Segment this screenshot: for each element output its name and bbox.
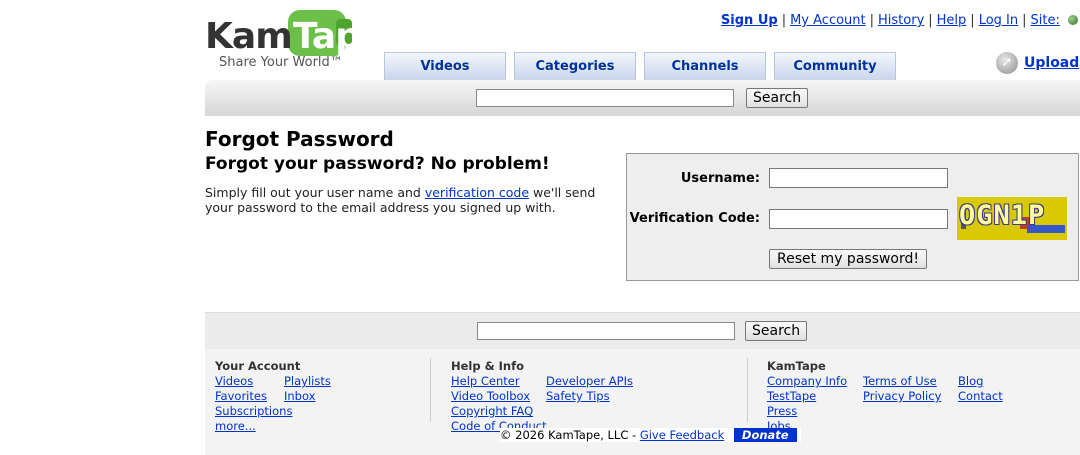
tab-videos[interactable]: Videos bbox=[384, 52, 506, 80]
footer-link-testtape[interactable]: TestTape bbox=[767, 389, 816, 403]
footer-link-playlists[interactable]: Playlists bbox=[284, 374, 331, 388]
tab-categories[interactable]: Categories bbox=[514, 52, 636, 80]
footer-link-safety-tips[interactable]: Safety Tips bbox=[546, 389, 610, 403]
footer-kamtape-title: KamTape bbox=[767, 359, 826, 373]
log-in-link[interactable]: Log In bbox=[979, 13, 1018, 28]
top-search-bar: Search bbox=[205, 80, 1080, 116]
help-link[interactable]: Help bbox=[937, 13, 967, 28]
site-link[interactable]: Site: bbox=[1031, 13, 1060, 28]
page-title: Forgot Password bbox=[205, 127, 394, 151]
bottom-search-bar: Search bbox=[205, 312, 1080, 349]
separator: | bbox=[869, 13, 875, 28]
verification-code-label: Verification Code: bbox=[629, 211, 760, 226]
separator: | bbox=[970, 13, 975, 28]
give-feedback-link[interactable]: Give Feedback bbox=[640, 428, 724, 442]
upload-area: ➚ Upload bbox=[996, 52, 1079, 74]
separator: | bbox=[928, 13, 933, 28]
footer-link-blog[interactable]: Blog bbox=[958, 374, 983, 388]
footer-your-account-title: Your Account bbox=[215, 359, 301, 373]
footer-help-info-title: Help & Info bbox=[451, 359, 525, 373]
tab-community[interactable]: Community bbox=[774, 52, 896, 80]
verification-code-input[interactable] bbox=[769, 209, 948, 229]
intro-text-start: Simply fill out your user name and bbox=[205, 185, 425, 200]
upload-arrow-icon[interactable]: ➚ bbox=[996, 52, 1018, 74]
footer-link-video-toolbox[interactable]: Video Toolbox bbox=[451, 389, 530, 403]
top-search-button[interactable]: Search bbox=[746, 88, 809, 108]
footer-link-videos[interactable]: Videos bbox=[215, 374, 253, 388]
tab-channels[interactable]: Channels bbox=[644, 52, 766, 80]
copyright-text: © 2026 KamTape, LLC - bbox=[500, 428, 637, 442]
footer-link-favorites[interactable]: Favorites bbox=[215, 389, 267, 403]
verification-code-link[interactable]: verification code bbox=[425, 185, 529, 200]
donate-button[interactable]: Donate bbox=[733, 428, 797, 442]
logo-tape-text: Tape bbox=[293, 16, 384, 57]
top-links: Sign Up | My Account | History | Help | Log In | S… bbox=[717, 13, 1078, 28]
footer-link-developer-apis[interactable]: Developer APIs bbox=[546, 374, 633, 388]
footer-link-company-info[interactable]: Company Info bbox=[767, 374, 847, 388]
top-search-input[interactable] bbox=[476, 89, 734, 107]
footer-link-inbox[interactable]: Inbox bbox=[284, 389, 315, 403]
intro-text: Simply fill out your user name and verif… bbox=[205, 185, 625, 215]
globe-icon[interactable] bbox=[1068, 15, 1078, 25]
captcha-text: OGN1P bbox=[959, 200, 1046, 231]
footer-divider bbox=[430, 358, 431, 422]
captcha-image: OGN1P bbox=[957, 197, 1067, 240]
separator: | bbox=[1022, 13, 1027, 28]
footer-link-press[interactable]: Press bbox=[767, 404, 797, 418]
footer-link-help-center[interactable]: Help Center bbox=[451, 374, 520, 388]
forgot-password-form: Username: Verification Code: OGN1P Reset… bbox=[626, 153, 1079, 281]
footer-link-contact[interactable]: Contact bbox=[958, 389, 1003, 403]
separator: | bbox=[781, 13, 787, 28]
reset-password-button[interactable]: Reset my password! bbox=[769, 249, 928, 269]
my-account-link[interactable]: My Account bbox=[790, 13, 866, 28]
footer-link-subscriptions[interactable]: Subscriptions bbox=[215, 404, 292, 418]
upload-link[interactable]: Upload bbox=[1024, 55, 1079, 71]
footer-link-terms-of-use[interactable]: Terms of Use bbox=[863, 374, 937, 388]
logo-kam-text: Kam bbox=[205, 16, 293, 57]
logo-tagline: Share Your World™ bbox=[219, 55, 343, 70]
page-subheading: Forgot your password? No problem! bbox=[205, 154, 550, 174]
footer-link-privacy-policy[interactable]: Privacy Policy bbox=[863, 389, 941, 403]
footer-bottom-line: © 2026 KamTape, LLC - Give Feedback Dona… bbox=[500, 428, 801, 442]
sign-up-link[interactable]: Sign Up bbox=[721, 13, 778, 28]
history-link[interactable]: History bbox=[878, 13, 924, 28]
footer-divider bbox=[747, 358, 748, 422]
username-label: Username: bbox=[680, 171, 760, 186]
footer-link-copyright-faq[interactable]: Copyright FAQ bbox=[451, 404, 533, 418]
bottom-search-button[interactable]: Search bbox=[745, 321, 808, 341]
bottom-search-input[interactable] bbox=[477, 322, 735, 340]
kamtape-logo[interactable]: Kam Tape Share Your World™ bbox=[205, 10, 384, 74]
username-input[interactable] bbox=[769, 168, 948, 188]
footer-link-more[interactable]: more... bbox=[215, 419, 256, 433]
